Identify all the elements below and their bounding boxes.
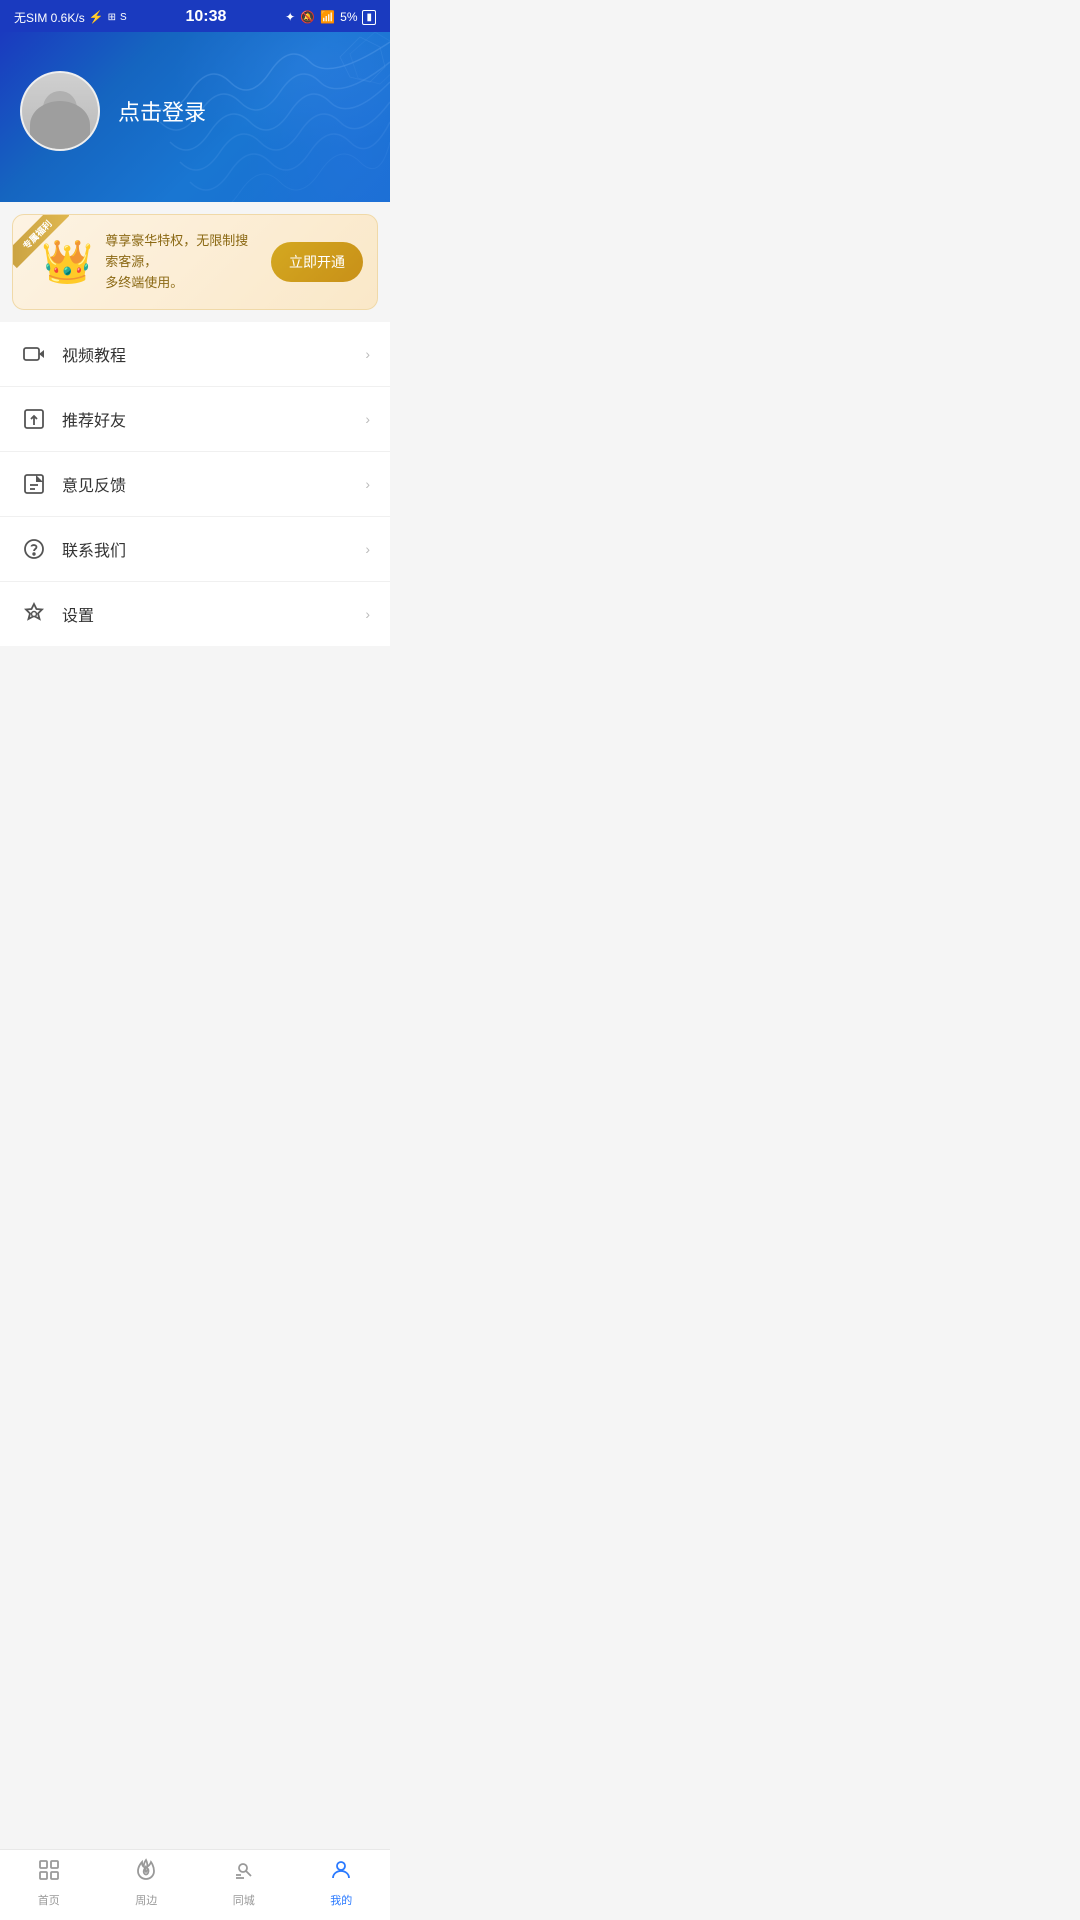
signal-text: 无SIM 0.6K/s xyxy=(14,9,85,26)
premium-card: 专属福利 👑 尊享豪华特权，无限制搜索客源， 多终端使用。 立即开通 xyxy=(12,214,378,310)
avatar[interactable] xyxy=(20,71,100,151)
menu-label-contact: 联系我们 xyxy=(62,537,365,561)
bottom-nav: 首页 周边 同城 我的 xyxy=(0,1849,390,1920)
menu-label-feedback: 意见反馈 xyxy=(62,472,365,496)
header-banner[interactable]: 点击登录 xyxy=(0,32,390,202)
help-icon xyxy=(20,535,48,563)
fire-icon xyxy=(134,1858,158,1888)
wifi-icon: 📶 xyxy=(320,10,335,24)
nav-item-home[interactable]: 首页 xyxy=(0,1858,98,1908)
video-icon xyxy=(20,340,48,368)
premium-description: 尊享豪华特权，无限制搜索客源， 多终端使用。 xyxy=(105,231,259,293)
bluetooth-icon: ✦ xyxy=(285,10,295,24)
menu-item-contact[interactable]: 联系我们 › xyxy=(0,517,390,582)
status-left: 无SIM 0.6K/s ⚡ ⊞ S xyxy=(14,9,127,26)
home-grid-icon xyxy=(37,1858,61,1888)
sim-icon: ⊞ xyxy=(108,12,116,23)
premium-badge: 专属福利 xyxy=(13,215,69,268)
chevron-right-icon: › xyxy=(365,541,370,557)
battery-icon: ▮ xyxy=(362,10,376,25)
nav-label-city: 同城 xyxy=(233,1892,255,1908)
chevron-right-icon: › xyxy=(365,476,370,492)
nav-label-mine: 我的 xyxy=(330,1892,352,1908)
nav-label-home: 首页 xyxy=(38,1892,60,1908)
nav-item-city[interactable]: 同城 xyxy=(195,1858,293,1908)
share-icon xyxy=(20,405,48,433)
chevron-right-icon: › xyxy=(365,411,370,427)
settings-icon xyxy=(20,600,48,628)
menu-item-refer[interactable]: 推荐好友 › xyxy=(0,387,390,452)
menu-label-refer: 推荐好友 xyxy=(62,407,365,431)
person-icon xyxy=(329,1858,353,1888)
premium-badge-wrap: 专属福利 xyxy=(13,215,69,271)
avatar-placeholder xyxy=(22,73,98,149)
menu-item-feedback[interactable]: 意见反馈 › xyxy=(0,452,390,517)
status-right: ✦ 🔕 📶 5% ▮ xyxy=(285,10,376,25)
storage-icon: S xyxy=(120,12,127,23)
menu-label-settings: 设置 xyxy=(62,602,365,626)
chevron-right-icon: › xyxy=(365,346,370,362)
menu-list: 视频教程 › 推荐好友 › xyxy=(0,322,390,646)
menu-item-settings[interactable]: 设置 › xyxy=(0,582,390,646)
login-button[interactable]: 点击登录 xyxy=(118,95,206,127)
nav-item-mine[interactable]: 我的 xyxy=(293,1858,391,1908)
mute-icon: 🔕 xyxy=(300,10,315,24)
nav-label-nearby: 周边 xyxy=(135,1892,157,1908)
menu-item-video[interactable]: 视频教程 › xyxy=(0,322,390,387)
nav-item-nearby[interactable]: 周边 xyxy=(98,1858,196,1908)
premium-activate-button[interactable]: 立即开通 xyxy=(271,242,363,282)
chevron-right-icon: › xyxy=(365,606,370,622)
usb-icon: ⚡ xyxy=(89,10,104,24)
status-time: 10:38 xyxy=(185,8,226,26)
battery-text: 5% xyxy=(340,10,357,24)
status-bar: 无SIM 0.6K/s ⚡ ⊞ S 10:38 ✦ 🔕 📶 5% ▮ xyxy=(0,0,390,32)
menu-label-video: 视频教程 xyxy=(62,342,365,366)
edit-icon xyxy=(20,470,48,498)
search-list-icon xyxy=(232,1858,256,1888)
